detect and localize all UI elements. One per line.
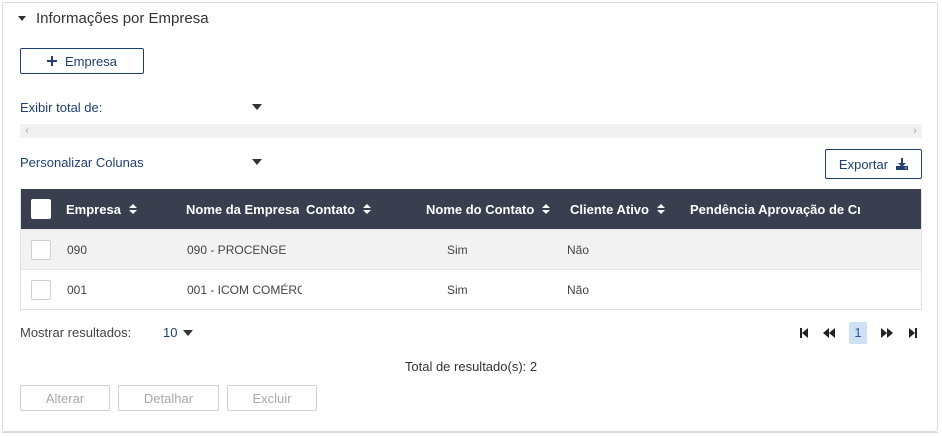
export-button[interactable]: Exportar [825, 149, 922, 179]
download-icon [896, 158, 909, 170]
table-row[interactable]: 001 001 - ICOM COMÉRC Sim Não [21, 269, 921, 309]
companies-table: Empresa Nome da Empresa Contato Nome do … [20, 189, 922, 310]
collapse-caret-icon[interactable] [18, 16, 26, 21]
column-label: Contato [306, 201, 356, 217]
cell-empresa: 090 [67, 243, 88, 257]
plus-icon [46, 56, 57, 66]
export-label: Exportar [838, 156, 889, 172]
cell-empresa: 001 [67, 283, 88, 297]
sort-icon[interactable] [363, 204, 372, 214]
table-header: Empresa Nome da Empresa Contato Nome do … [21, 189, 921, 229]
column-label: Cliente Ativo [570, 201, 649, 217]
add-company-label: Empresa [64, 53, 118, 69]
table-row[interactable]: 090 090 - PROCENGE Sim Não [21, 229, 921, 269]
column-header-nome-empresa[interactable]: Nome da Empresa [186, 189, 299, 229]
row-checkbox[interactable] [31, 240, 51, 260]
last-page-button[interactable] [904, 322, 922, 344]
page-size-value: 10 [163, 325, 178, 340]
chevron-down-icon [252, 104, 262, 110]
total-results: Total de resultado(s): 2 [404, 359, 538, 374]
column-label: Nome da Empresa [186, 201, 300, 217]
customize-columns-label: Personalizar Colunas [20, 154, 144, 170]
scroll-right-icon[interactable]: › [908, 124, 922, 138]
panel-divider [2, 432, 938, 436]
column-label: Empresa [66, 201, 121, 217]
section-header[interactable]: Informações por Empresa [18, 10, 209, 27]
add-company-button[interactable]: Empresa [20, 48, 144, 74]
cell-cliente-ativo: Não [567, 283, 590, 297]
customize-columns-dropdown[interactable]: Personalizar Colunas [20, 153, 262, 171]
column-header-empresa[interactable]: Empresa [66, 189, 137, 229]
previous-page-button[interactable] [820, 322, 838, 344]
row-checkbox[interactable] [31, 280, 51, 300]
section-title: Informações por Empresa [36, 10, 209, 27]
horizontal-scrollbar[interactable]: ‹ › [20, 124, 922, 138]
sort-icon[interactable] [542, 204, 551, 214]
column-label: Pendência Aprovação de Créc [690, 201, 860, 217]
next-page-button[interactable] [878, 322, 896, 344]
chevron-down-icon [252, 159, 262, 165]
show-total-dropdown[interactable]: Exibir total de: [20, 98, 262, 116]
select-all-checkbox[interactable] [31, 199, 51, 219]
cell-nome-empresa: 090 - PROCENGE [187, 243, 287, 257]
page-size-select[interactable]: 10 [163, 325, 194, 340]
cell-nome-empresa: 001 - ICOM COMÉRC [187, 283, 302, 297]
first-page-button[interactable] [795, 322, 813, 344]
cell-nome-contato: Sim [447, 283, 468, 297]
column-header-pendencia[interactable]: Pendência Aprovação de Créc [690, 189, 860, 229]
current-page-number[interactable]: 1 [849, 322, 867, 344]
sort-icon[interactable] [656, 204, 665, 214]
cell-cliente-ativo: Não [567, 243, 590, 257]
delete-button[interactable]: Excluir [227, 385, 317, 411]
show-total-label: Exibir total de: [20, 99, 103, 115]
column-header-contato[interactable]: Contato [306, 189, 372, 229]
column-label: Nome do Contato [426, 201, 535, 217]
scroll-left-icon[interactable]: ‹ [20, 124, 34, 138]
column-header-cliente-ativo[interactable]: Cliente Ativo [570, 189, 665, 229]
alter-button[interactable]: Alterar [20, 385, 110, 411]
page-size-label: Mostrar resultados: [20, 325, 132, 340]
detail-button[interactable]: Detalhar [118, 385, 219, 411]
column-header-nome-contato[interactable]: Nome do Contato [426, 189, 551, 229]
cell-nome-contato: Sim [447, 243, 468, 257]
chevron-down-icon [183, 329, 194, 336]
sort-icon[interactable] [128, 204, 137, 214]
